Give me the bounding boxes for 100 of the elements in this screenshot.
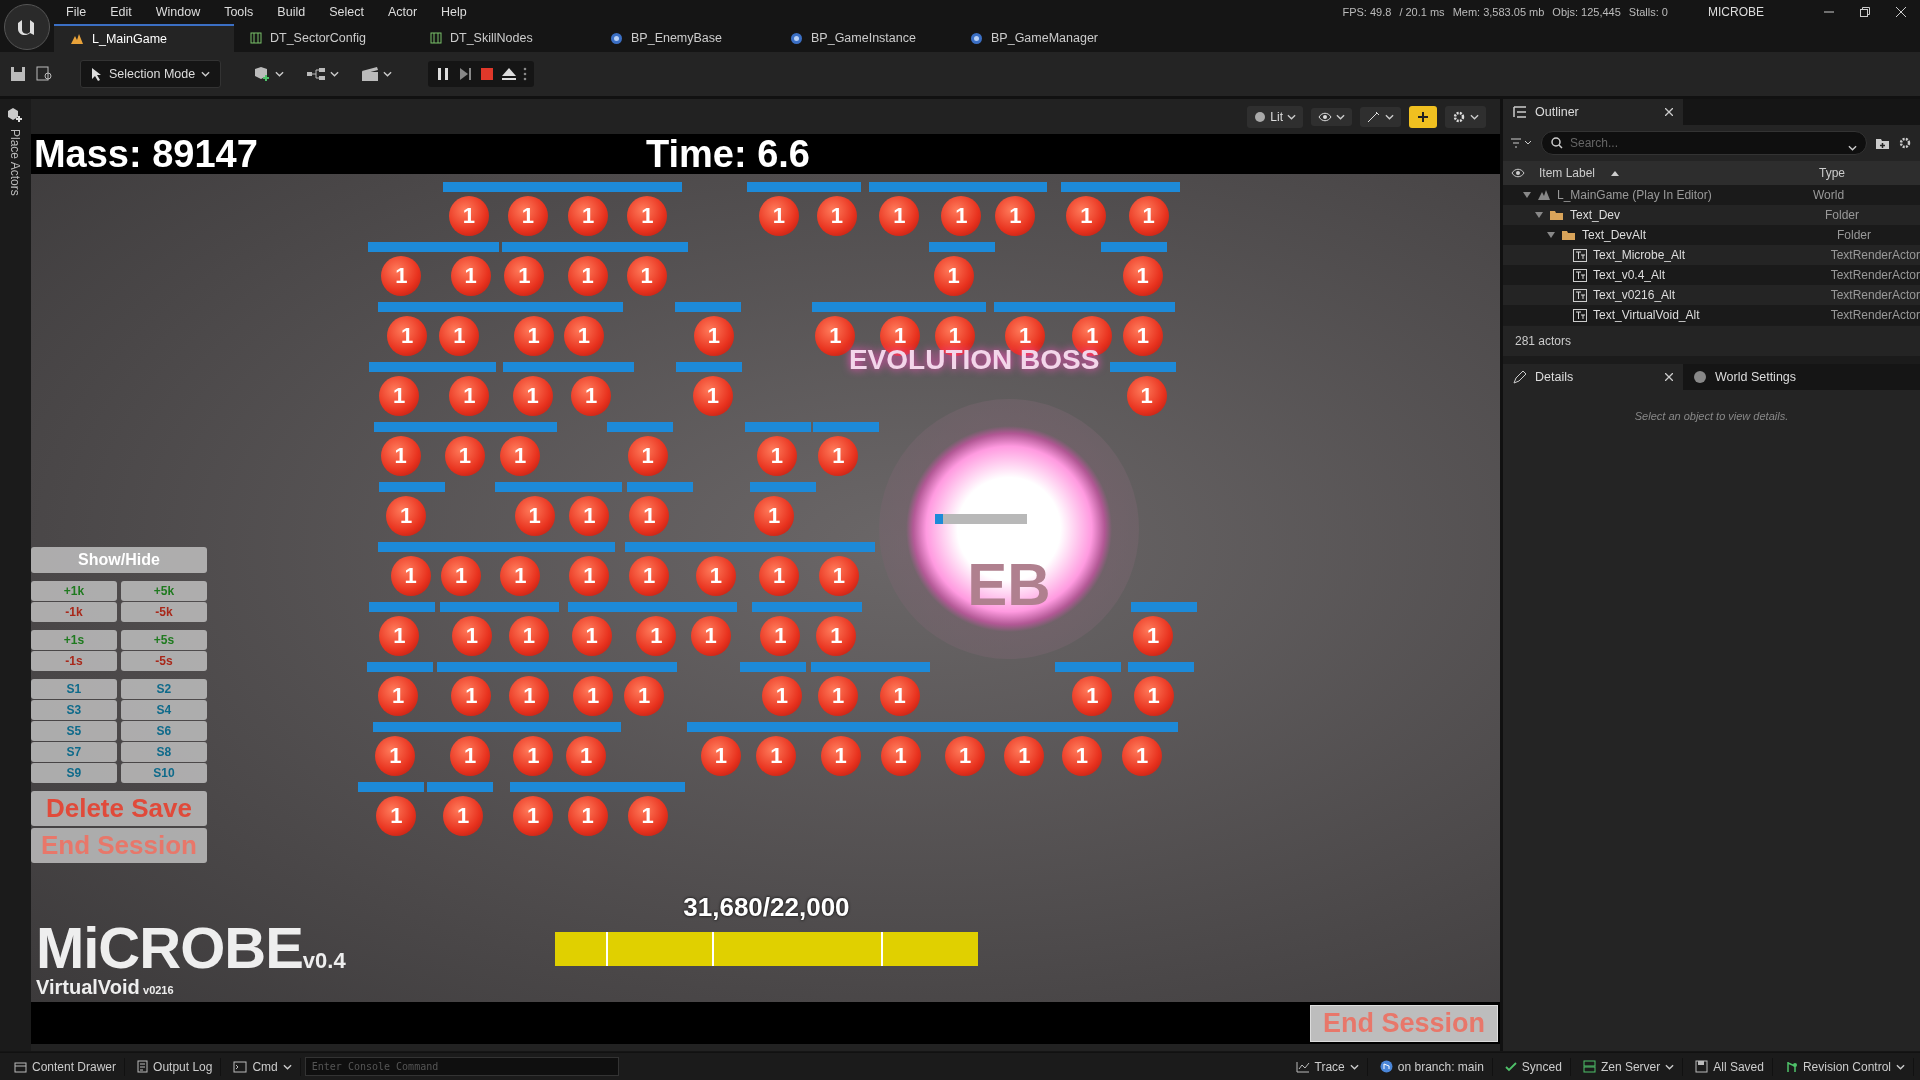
transform-dropdown[interactable] (1360, 106, 1401, 127)
microbe: 1 (879, 676, 920, 716)
outliner-tab[interactable]: Outliner (1503, 99, 1683, 125)
health-bar (750, 482, 817, 492)
menu-item[interactable]: Build (265, 5, 318, 19)
expand-arrow[interactable] (1535, 212, 1543, 218)
tree-item[interactable]: Text_Dev (1570, 208, 1621, 222)
progress-text: 31,680/22,000 (682, 892, 851, 923)
microbe: 1 (439, 316, 480, 356)
blueprint-icon (610, 31, 623, 45)
tree-item[interactable]: Text_VirtualVoid_Alt (1593, 308, 1700, 322)
mode-dropdown[interactable]: Selection Mode (80, 60, 222, 88)
microbe: 1 (758, 196, 799, 236)
settings-icon[interactable] (1898, 136, 1912, 150)
filter-icon[interactable] (1511, 138, 1533, 148)
sort-icon[interactable] (1611, 170, 1619, 176)
folder-icon (1549, 209, 1564, 221)
settings-dropdown[interactable] (1445, 105, 1486, 128)
document-tab[interactable]: BP_GameManager (954, 24, 1134, 52)
tree-item[interactable]: Text_v0.4_Alt (1593, 268, 1666, 282)
column-header[interactable]: Item Label (1533, 166, 1811, 180)
menu-item[interactable]: Help (429, 5, 479, 19)
status-button[interactable]: Zen Server (1574, 1057, 1684, 1076)
microbe: 1 (818, 676, 859, 716)
status-button[interactable]: Output Log (129, 1057, 222, 1076)
menu-item[interactable]: Window (143, 5, 213, 19)
menu-item[interactable]: Tools (212, 5, 266, 19)
microbe: 1 (443, 796, 484, 836)
document-tab[interactable]: BP_EnemyBase (594, 24, 774, 52)
engine-logo[interactable] (4, 4, 50, 50)
panel-tab[interactable]: World Settings (1683, 364, 1863, 390)
microbe: 1 (450, 736, 491, 776)
microbe: 1 (1126, 376, 1167, 416)
microbe: 1 (693, 316, 734, 356)
document-tab[interactable]: DT_SkillNodes (414, 24, 594, 52)
microbe: 1 (444, 436, 485, 476)
status-button[interactable]: All Saved (1687, 1057, 1773, 1076)
status-button[interactable]: Revision Control (1776, 1057, 1914, 1076)
microbe: 1 (692, 376, 733, 416)
status-button[interactable]: Trace (1287, 1057, 1368, 1076)
status-button[interactable]: on branch: main (1371, 1057, 1493, 1076)
check-icon (1504, 1061, 1517, 1072)
revision-icon (1784, 1060, 1798, 1073)
microbe: 1 (500, 436, 541, 476)
menu-item[interactable]: Actor (375, 5, 430, 19)
browse-icon[interactable] (36, 66, 54, 82)
show-dropdown[interactable] (1311, 107, 1352, 126)
tree-item[interactable]: Text_DevAlt (1582, 228, 1647, 242)
save-icon[interactable] (10, 66, 26, 82)
microbe: 1 (624, 676, 664, 716)
status-button[interactable]: Content Drawer (6, 1057, 126, 1076)
menu-item[interactable]: Select (317, 5, 376, 19)
status-button[interactable]: Synced (1496, 1057, 1571, 1076)
microbe: 1 (636, 616, 677, 656)
more-icon[interactable] (522, 65, 529, 83)
document-tab[interactable]: BP_GameInstance (774, 24, 954, 52)
microbe: 1 (1122, 256, 1163, 296)
caret-icon (1665, 1063, 1675, 1070)
menu-item[interactable]: Edit (98, 5, 144, 19)
project-name: MICROBE (1708, 5, 1764, 19)
health-bar (812, 422, 879, 432)
microbe: 1 (1061, 736, 1102, 776)
place-actors-tab[interactable]: Place Actors (8, 129, 23, 196)
mass-counter: Mass: 89147 (33, 132, 259, 176)
close-icon[interactable] (1896, 7, 1906, 17)
caret-icon (1470, 113, 1479, 120)
view-mode-dropdown[interactable]: Lit (1247, 105, 1303, 128)
snap-button[interactable] (1409, 105, 1437, 128)
status-button[interactable]: Cmd (225, 1057, 301, 1076)
menu-item[interactable]: File (54, 5, 99, 19)
search-icon (1551, 137, 1563, 149)
tree-item[interactable]: Text_Microbe_Alt (1593, 248, 1686, 262)
search-field[interactable]: Search... (1541, 131, 1867, 155)
expand-arrow[interactable] (1523, 192, 1531, 198)
health-bar (426, 782, 493, 792)
folder-icon (1561, 229, 1576, 241)
microbe: 1 (513, 796, 554, 836)
document-tab[interactable]: L_MainGame (54, 24, 234, 52)
document-tab[interactable]: DT_SectorConfig (234, 24, 414, 52)
console-input[interactable]: Enter Console Command (304, 1057, 619, 1076)
table-icon (250, 32, 262, 44)
close-icon[interactable] (1665, 373, 1673, 381)
nodes-icon (306, 67, 327, 81)
tree-item[interactable]: Text_v0216_Alt (1593, 288, 1676, 302)
add-folder-icon[interactable] (1875, 136, 1890, 150)
health-bar (568, 362, 635, 372)
restore-icon[interactable] (1860, 7, 1870, 17)
panel-tab[interactable]: Details (1503, 364, 1683, 390)
health-bar (366, 662, 433, 672)
column-header[interactable]: Type (1813, 166, 1845, 180)
blueprint-icon (790, 31, 803, 45)
type-cell: TextRenderActor (1830, 248, 1920, 262)
expand-arrow[interactable] (1547, 232, 1555, 238)
caret-icon (201, 71, 211, 77)
eye-icon[interactable] (1511, 168, 1525, 178)
tree-item[interactable]: L_MainGame (Play In Editor) (1557, 188, 1712, 202)
microbe: 1 (568, 196, 609, 236)
close-icon[interactable] (1665, 108, 1673, 116)
microbe: 1 (390, 556, 431, 596)
place-actors-icon[interactable] (7, 107, 24, 123)
